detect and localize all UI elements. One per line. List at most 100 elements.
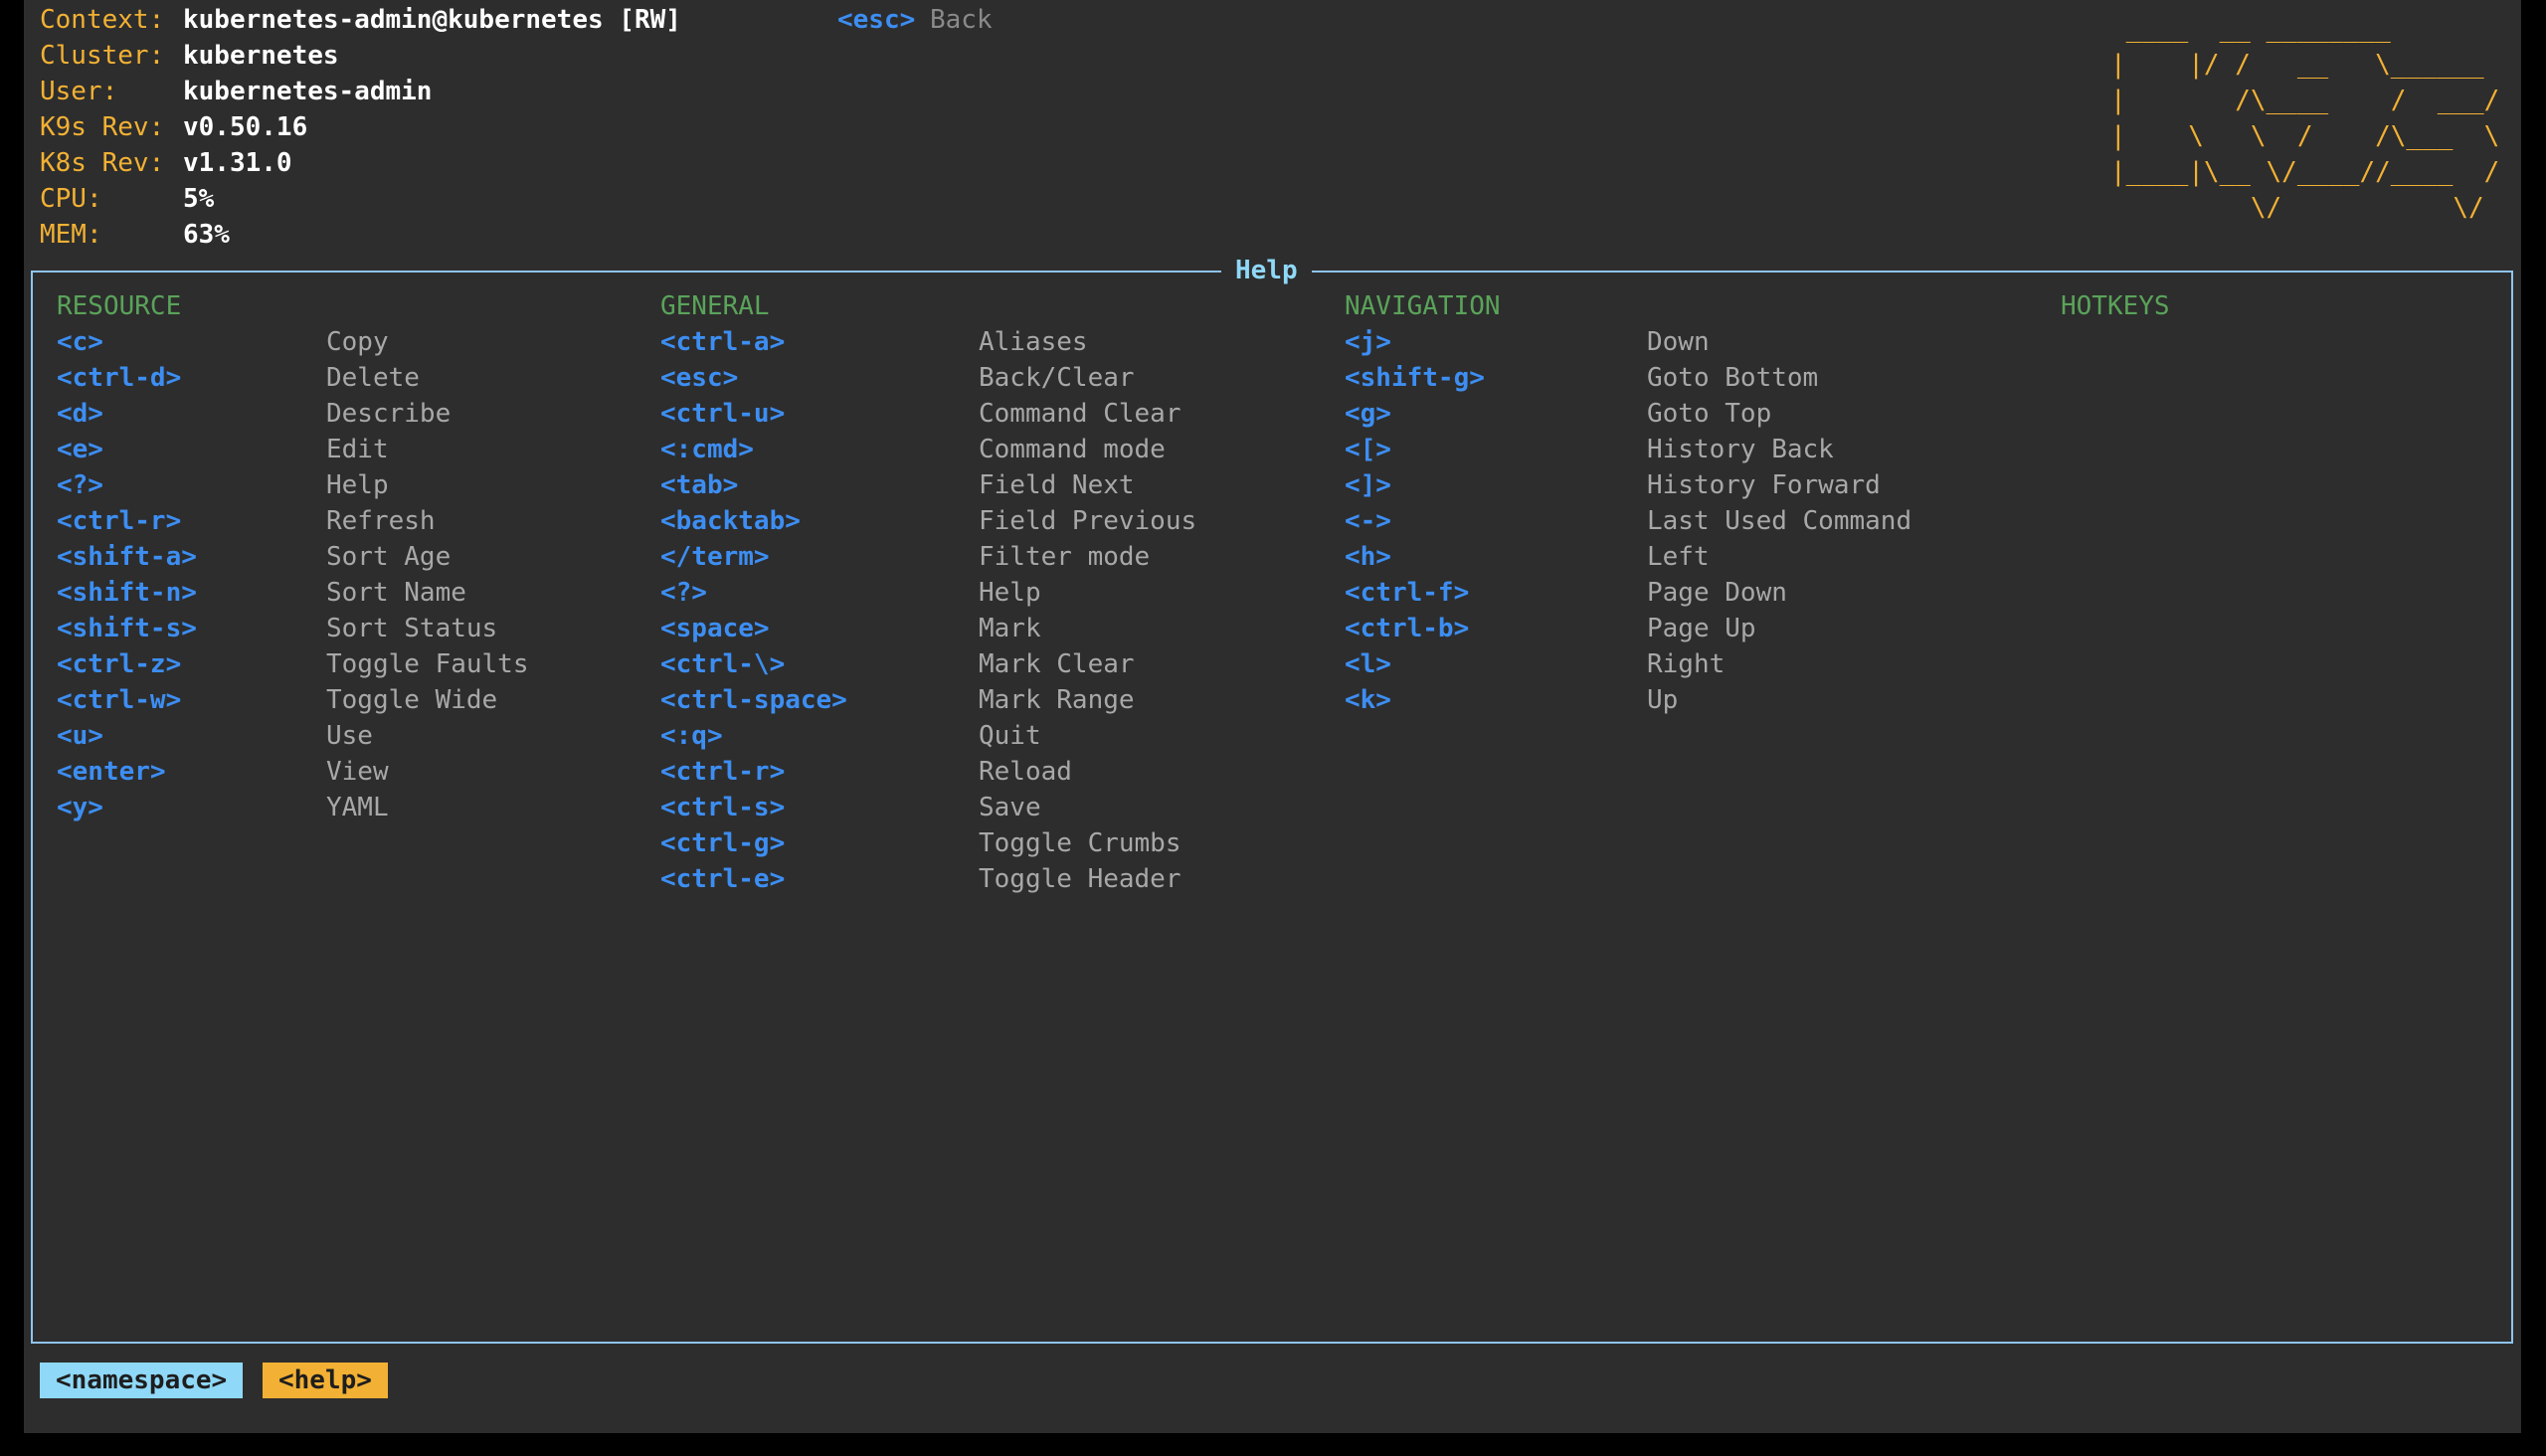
general-descriptions: Aliases Back/Clear Command Clear Command…: [979, 324, 1196, 897]
navigation-keys: <j> <shift-g> <g> <[> <]> <-> <h> <ctrl-…: [1345, 324, 1485, 718]
help-description: Field Next: [979, 470, 1135, 500]
help-description: Toggle Wide: [326, 685, 498, 715]
cluster-label: Cluster:: [40, 41, 165, 71]
help-description: Last Used Command: [1647, 506, 1912, 536]
k8s-rev-label: K8s Rev:: [40, 148, 165, 178]
k9s-logo: ____ __ ________ | |/ / __ \______ | /\_…: [2110, 14, 2500, 223]
mem-value: 63%: [183, 220, 230, 250]
general-keys: <ctrl-a> <esc> <ctrl-u> <:cmd> <tab> <ba…: [660, 324, 847, 897]
help-description: Toggle Faults: [326, 649, 529, 679]
help-description: Goto Top: [1647, 399, 1772, 429]
help-description: Command mode: [979, 435, 1166, 464]
help-key: <ctrl-z>: [57, 649, 182, 679]
help-key: <tab>: [660, 470, 739, 500]
help-key: <enter>: [57, 757, 166, 787]
help-description: Page Down: [1647, 578, 1787, 608]
mem-label: MEM:: [40, 220, 102, 250]
help-key: <shift-g>: [1345, 363, 1485, 393]
help-key: <ctrl-d>: [57, 363, 182, 393]
help-key: <k>: [1345, 685, 1391, 715]
resource-keys: <c> <ctrl-d> <d> <e> <?> <ctrl-r> <shift…: [57, 324, 197, 825]
help-description: View: [326, 757, 389, 787]
user-label: User:: [40, 77, 118, 106]
resource-heading: RESOURCE: [57, 291, 182, 321]
help-key: <j>: [1345, 327, 1391, 357]
help-description: Sort Status: [326, 614, 498, 643]
navigation-heading: NAVIGATION: [1345, 291, 1501, 321]
help-key: <ctrl-a>: [660, 327, 786, 357]
help-description: Help: [326, 470, 389, 500]
k9s-rev-value: v0.50.16: [183, 112, 308, 142]
navigation-descriptions: Down Goto Bottom Goto Top History Back H…: [1647, 324, 1911, 718]
help-description: Quit: [979, 721, 1041, 751]
help-key: <backtab>: [660, 506, 801, 536]
help-key: <d>: [57, 399, 103, 429]
help-description: Command Clear: [979, 399, 1182, 429]
cpu-label: CPU:: [40, 184, 102, 214]
help-description: Delete: [326, 363, 420, 393]
terminal-window: Context: kubernetes-admin@kubernetes [RW…: [24, 0, 2521, 1433]
help-title: Help: [1221, 253, 1312, 288]
help-description: Down: [1647, 327, 1710, 357]
help-key: <ctrl-e>: [660, 864, 786, 894]
context-label: Context:: [40, 5, 165, 35]
k9s-rev-label: K9s Rev:: [40, 112, 165, 142]
help-description: Mark Clear: [979, 649, 1135, 679]
help-key: <shift-s>: [57, 614, 197, 643]
help-key: <y>: [57, 793, 103, 822]
help-key: <->: [1345, 506, 1391, 536]
help-key: <l>: [1345, 649, 1391, 679]
help-key: <ctrl-\>: [660, 649, 786, 679]
help-key: <ctrl-s>: [660, 793, 786, 822]
help-key: <shift-n>: [57, 578, 197, 608]
help-description: Reload: [979, 757, 1072, 787]
help-key: <:cmd>: [660, 435, 754, 464]
k8s-rev-value: v1.31.0: [183, 148, 292, 178]
esc-key[interactable]: <esc>: [837, 2, 915, 38]
help-key: <shift-a>: [57, 542, 197, 572]
help-description: Left: [1647, 542, 1710, 572]
help-description: Edit: [326, 435, 389, 464]
resource-descriptions: Copy Delete Describe Edit Help Refresh S…: [326, 324, 529, 825]
help-description: Mark: [979, 614, 1041, 643]
help-key: <ctrl-g>: [660, 828, 786, 858]
help-description: Refresh: [326, 506, 436, 536]
context-value: kubernetes-admin@kubernetes [RW]: [183, 5, 681, 35]
user-value: kubernetes-admin: [183, 77, 433, 106]
help-description: Copy: [326, 327, 389, 357]
help-key: <g>: [1345, 399, 1391, 429]
help-key: <?>: [57, 470, 103, 500]
help-key: <]>: [1345, 470, 1391, 500]
help-description: Use: [326, 721, 373, 751]
hotkeys-heading: HOTKEYS: [2061, 291, 2170, 321]
help-key: <ctrl-r>: [57, 506, 182, 536]
help-description: Toggle Header: [979, 864, 1182, 894]
general-heading: GENERAL: [660, 291, 770, 321]
crumb-help[interactable]: <help>: [263, 1363, 388, 1398]
cluster-value: kubernetes: [183, 41, 339, 71]
help-description: Filter mode: [979, 542, 1151, 572]
crumb-namespace[interactable]: <namespace>: [40, 1363, 244, 1398]
help-key: <ctrl-b>: [1345, 614, 1470, 643]
help-description: Help: [979, 578, 1041, 608]
help-description: Right: [1647, 649, 1726, 679]
help-description: Toggle Crumbs: [979, 828, 1182, 858]
help-description: Up: [1647, 685, 1679, 715]
help-key: </term>: [660, 542, 770, 572]
help-key: <[>: [1345, 435, 1391, 464]
help-key: <h>: [1345, 542, 1391, 572]
help-key: <ctrl-space>: [660, 685, 847, 715]
help-description: Sort Name: [326, 578, 466, 608]
help-key: <space>: [660, 614, 770, 643]
help-description: Back/Clear: [979, 363, 1135, 393]
help-key: <esc>: [660, 363, 739, 393]
help-description: Aliases: [979, 327, 1088, 357]
help-description: History Back: [1647, 435, 1834, 464]
help-description: History Forward: [1647, 470, 1881, 500]
help-key: <ctrl-r>: [660, 757, 786, 787]
help-description: Mark Range: [979, 685, 1135, 715]
help-description: Goto Bottom: [1647, 363, 1819, 393]
help-description: Save: [979, 793, 1041, 822]
cpu-value: 5%: [183, 184, 215, 214]
help-key: <ctrl-u>: [660, 399, 786, 429]
